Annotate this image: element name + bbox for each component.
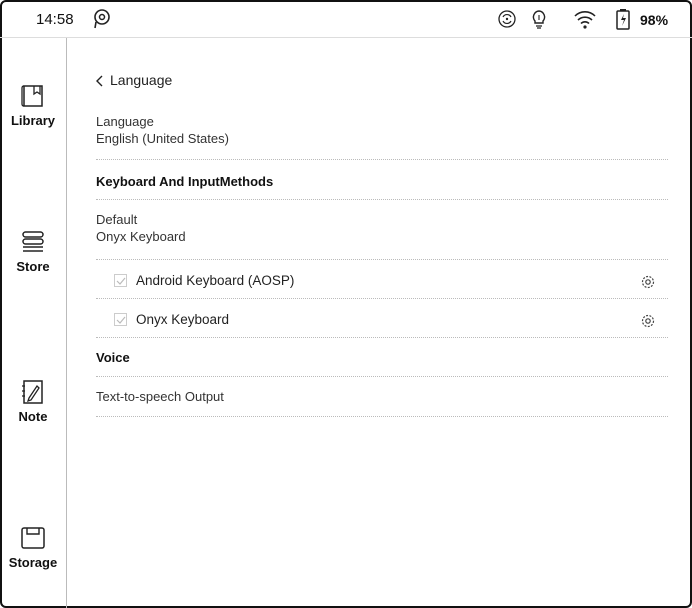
- p-logo-icon: [92, 8, 112, 30]
- wifi-icon[interactable]: [573, 8, 596, 30]
- device-frame: [0, 0, 692, 608]
- page-title: Language: [110, 72, 173, 88]
- divider: [96, 416, 668, 417]
- keyboard-checkbox[interactable]: [114, 274, 127, 287]
- sidebar-item-storage[interactable]: Storage: [0, 524, 66, 570]
- default-title: Default: [96, 212, 138, 227]
- keyboard-label: Android Keyboard (AOSP): [136, 273, 295, 288]
- divider: [96, 298, 668, 299]
- sidebar-item-store[interactable]: Store: [0, 228, 66, 274]
- keyboard-section-header: Keyboard And InputMethods: [96, 174, 668, 189]
- tts-output-row[interactable]: Text-to-speech Output: [96, 389, 668, 404]
- sidebar-item-label: Storage: [8, 555, 58, 570]
- section-title: Keyboard And InputMethods: [96, 174, 274, 189]
- divider: [96, 159, 668, 160]
- sidebar: Library Store Note Storage: [0, 38, 67, 608]
- divider: [96, 199, 668, 200]
- gear-icon[interactable]: [640, 313, 656, 329]
- folder-icon: [0, 524, 66, 552]
- language-value: English (United States): [96, 131, 229, 146]
- sidebar-item-label: Store: [16, 259, 50, 274]
- language-title: Language: [96, 114, 154, 129]
- check-icon: [116, 316, 126, 324]
- keyboard-label: Onyx Keyboard: [136, 312, 230, 327]
- pencil-note-icon: [0, 378, 66, 406]
- divider: [96, 337, 668, 338]
- sync-icon[interactable]: [496, 8, 518, 30]
- voice-section-header: Voice: [96, 350, 668, 365]
- divider: [96, 259, 668, 260]
- sidebar-item-note[interactable]: Note: [0, 378, 66, 424]
- sidebar-item-label: Library: [10, 113, 56, 128]
- keyboard-row-android[interactable]: Android Keyboard (AOSP): [96, 272, 668, 294]
- status-divider: [0, 37, 692, 38]
- sidebar-item-library[interactable]: Library: [0, 82, 66, 128]
- language-setting-row[interactable]: Language English (United States): [96, 114, 668, 146]
- check-icon: [116, 277, 126, 285]
- keyboard-row-onyx[interactable]: Onyx Keyboard: [96, 311, 668, 333]
- keyboard-checkbox[interactable]: [114, 313, 127, 326]
- back-button[interactable]: Language: [96, 72, 172, 88]
- status-bar: 14:58 98%: [0, 0, 692, 38]
- default-value: Onyx Keyboard: [96, 229, 186, 244]
- chevron-left-icon: [96, 75, 103, 87]
- divider: [96, 376, 668, 377]
- section-title: Voice: [96, 350, 130, 365]
- book-icon: [0, 82, 66, 110]
- tts-label: Text-to-speech Output: [96, 389, 224, 404]
- default-keyboard-row[interactable]: Default Onyx Keyboard: [96, 212, 668, 244]
- battery-percentage: 98%: [640, 12, 669, 28]
- bulb-icon[interactable]: [528, 8, 550, 30]
- battery-icon[interactable]: [615, 8, 637, 30]
- sidebar-item-label: Note: [18, 409, 48, 424]
- stack-icon: [0, 228, 66, 256]
- gear-icon[interactable]: [640, 274, 656, 290]
- status-time: 14:58: [36, 11, 74, 28]
